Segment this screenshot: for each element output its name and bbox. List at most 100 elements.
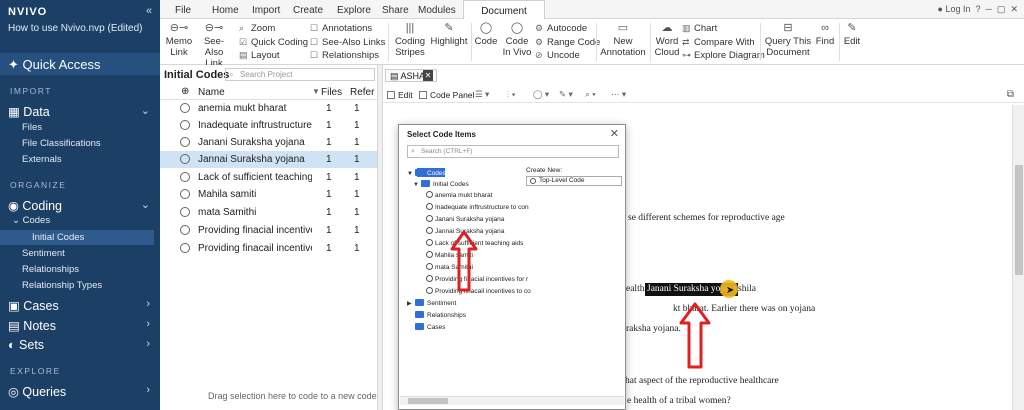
see-also-links-toggle[interactable]: ☐ See-Also Links xyxy=(310,37,385,48)
tree-node-codes[interactable]: ▼ Codes xyxy=(407,169,446,177)
sidebar-item-files[interactable]: Files xyxy=(22,122,42,133)
column-files[interactable]: Files xyxy=(321,87,342,98)
menu-modules[interactable]: Modules xyxy=(418,5,456,16)
add-code-icon[interactable]: ⊕ xyxy=(181,86,189,97)
table-row[interactable]: Lack of sufficient teaching aid11 xyxy=(160,169,377,186)
minimize-icon[interactable]: ─ xyxy=(983,4,992,14)
memo-link-button[interactable]: ⊖⊸ Memo Link xyxy=(164,23,194,59)
horizontal-scrollbar[interactable] xyxy=(400,396,624,405)
radio-icon[interactable] xyxy=(426,239,433,246)
chart-button[interactable]: ▥ Chart xyxy=(682,23,717,34)
code-in-vivo-button[interactable]: ◯ Code In Vivo xyxy=(502,23,532,59)
close-icon[interactable]: ✕ xyxy=(1008,4,1018,14)
top-level-code-button[interactable]: Top-Level Code xyxy=(526,176,622,186)
collapse-sidebar-icon[interactable]: « xyxy=(146,5,152,17)
table-row[interactable]: Providing finacail incentives to11 xyxy=(160,240,377,257)
format-icon[interactable]: ☰ ▾ xyxy=(475,89,489,100)
table-row[interactable]: Inadequate inftrustructure to c11 xyxy=(160,117,377,134)
drag-drop-hint[interactable]: Drag selection here to code to a new cod… xyxy=(208,391,377,401)
table-row[interactable]: anemia mukt bharat 1 1 xyxy=(160,100,377,117)
edit-toggle[interactable]: Edit xyxy=(387,90,413,100)
sidebar-item-queries[interactable]: ◎ Queries › xyxy=(8,384,156,399)
menu-import[interactable]: Import xyxy=(252,5,280,16)
sidebar-item-coding[interactable]: ◉ Coding ⌄ xyxy=(8,198,156,213)
explore-diagram-button[interactable]: ⊶ Explore Diagram xyxy=(682,50,765,61)
close-tab-icon[interactable]: ✕ xyxy=(423,70,433,81)
scrollbar-thumb[interactable] xyxy=(1015,165,1023,275)
tree-node-relationships[interactable]: Relationships xyxy=(415,311,466,319)
code-icon[interactable]: ◯ ▾ xyxy=(533,89,549,100)
tree-node-initial-codes[interactable]: ▼ Initial Codes xyxy=(413,180,469,188)
radio-icon[interactable] xyxy=(426,287,433,294)
tree-node-code[interactable]: Inadequate inftrustructure to con xyxy=(426,203,529,211)
radio-icon[interactable] xyxy=(426,215,433,222)
sidebar-item-initial-codes[interactable]: Initial Codes xyxy=(32,232,84,243)
column-name[interactable]: Name xyxy=(198,87,225,98)
tree-node-cases[interactable]: Cases xyxy=(415,323,445,331)
tree-node-code[interactable]: anemia mukt bharat xyxy=(426,191,492,199)
menu-explore[interactable]: Explore xyxy=(337,5,371,16)
menu-document[interactable]: Document xyxy=(463,0,545,20)
radio-icon[interactable] xyxy=(426,227,433,234)
zoom-icon[interactable]: ⌕ ▾ xyxy=(585,89,596,100)
pencil-icon[interactable]: ✎ ▾ xyxy=(559,89,573,100)
new-annotation-button[interactable]: ▭ New Annotation xyxy=(600,23,646,59)
table-row[interactable]: Providing finacial incentives fo11 xyxy=(160,222,377,239)
autocode-button[interactable]: ⚙ Autocode xyxy=(535,23,587,34)
highlight-button[interactable]: ✎ Highlight xyxy=(430,23,468,48)
column-references[interactable]: Refer xyxy=(350,87,374,98)
radio-icon[interactable] xyxy=(426,251,433,258)
user-icon[interactable]: ● xyxy=(937,4,942,14)
see-also-link-button[interactable]: ⊖⊸ See-Also Link xyxy=(196,23,232,70)
sidebar-item-relationships[interactable]: Relationships xyxy=(22,264,79,275)
radio-icon[interactable] xyxy=(426,263,433,270)
find-button[interactable]: ∞ Find xyxy=(814,23,836,48)
code-button[interactable]: ◯ Code xyxy=(474,23,498,48)
table-row[interactable]: Mahila samiti 1 1 xyxy=(160,186,377,203)
sidebar-item-relationship-types[interactable]: Relationship Types xyxy=(22,280,102,291)
query-this-document-button[interactable]: ⊟ Query This Document xyxy=(763,23,813,59)
sidebar-item-sets[interactable]: ◐ Sets › xyxy=(8,338,156,352)
close-icon[interactable]: ✕ xyxy=(610,127,619,140)
relationships-toggle[interactable]: ☐ Relationships xyxy=(310,50,379,61)
layout-control[interactable]: ▤ Layout xyxy=(239,50,280,61)
sidebar-item-sentiment[interactable]: Sentiment xyxy=(22,248,65,259)
tree-node-sentiment[interactable]: ▶ Sentiment xyxy=(407,299,456,307)
range-code-button[interactable]: ⚙ Range Code xyxy=(535,37,600,48)
help-icon[interactable]: ? xyxy=(973,4,980,14)
zoom-control[interactable]: ⌕ Zoom xyxy=(239,23,275,34)
restore-icon[interactable]: ▢ xyxy=(994,4,1006,14)
sidebar-item-notes[interactable]: ▤ Notes › xyxy=(8,318,156,333)
vertical-scrollbar[interactable] xyxy=(1012,105,1024,410)
sidebar-item-codes[interactable]: ⌄ Codes xyxy=(12,215,50,226)
compare-with-button[interactable]: ⇄ Compare With xyxy=(682,37,755,48)
sidebar-item-data[interactable]: ▦ Data ⌄ xyxy=(8,104,156,119)
maximize-icon[interactable]: ⧉ xyxy=(1007,89,1014,100)
table-row-selected[interactable]: Jannai Suraksha yojana 1 1 xyxy=(160,151,377,168)
annotations-toggle[interactable]: ☐ Annotations xyxy=(310,23,372,34)
menu-home[interactable]: Home xyxy=(212,5,239,16)
menu-share[interactable]: Share xyxy=(382,5,409,16)
more-icon[interactable]: ⋯ ▾ xyxy=(611,89,626,100)
sidebar-item-file-classifications[interactable]: File Classifications xyxy=(22,138,101,149)
dialog-search-input[interactable]: ⌕ Search (CTRL+F) xyxy=(407,145,619,158)
code-panel-toggle[interactable]: Code Panel xyxy=(419,90,474,100)
login-link[interactable]: Log In xyxy=(945,4,970,14)
stripes-icon[interactable]: ⫶ ▾ xyxy=(507,89,516,100)
quick-coding-toggle[interactable]: ☑ Quick Coding xyxy=(239,37,308,48)
edit-button[interactable]: ✎ Edit xyxy=(842,23,862,48)
menu-create[interactable]: Create xyxy=(293,5,323,16)
sidebar-item-cases[interactable]: ▣ Cases › xyxy=(8,298,156,313)
menu-file[interactable]: File xyxy=(175,5,191,16)
word-cloud-button[interactable]: ☁ Word Cloud xyxy=(653,23,681,59)
sidebar-item-externals[interactable]: Externals xyxy=(22,154,62,165)
radio-icon[interactable] xyxy=(426,203,433,210)
table-row[interactable]: mata Samithi 1 1 xyxy=(160,204,377,221)
radio-icon[interactable] xyxy=(426,275,433,282)
radio-icon[interactable] xyxy=(426,191,433,198)
scrollbar-thumb[interactable] xyxy=(408,398,448,404)
search-input[interactable]: ⌕ Search Project xyxy=(225,68,375,81)
table-row[interactable]: Janani Suraksha yojana 1 1 xyxy=(160,134,377,151)
quick-access-item[interactable]: ✦ Quick Access xyxy=(0,53,160,75)
coding-stripes-button[interactable]: ||| Coding Stripes xyxy=(392,23,428,59)
